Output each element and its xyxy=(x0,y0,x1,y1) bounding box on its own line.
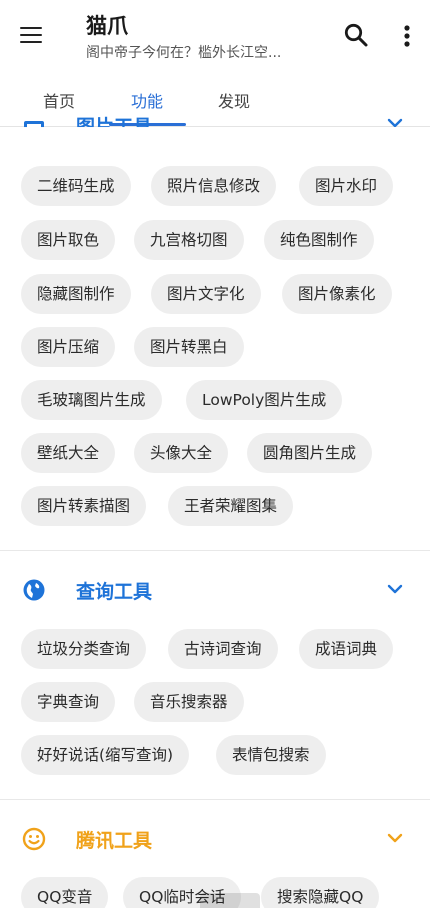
chip-garbage-sort[interactable]: 垃圾分类查询 xyxy=(21,629,147,669)
chip-honor-of-kings[interactable]: 王者荣耀图集 xyxy=(168,486,294,526)
chip-color-picker[interactable]: 图片取色 xyxy=(21,220,116,260)
chip-idiom-dictionary[interactable]: 成语词典 xyxy=(299,629,394,669)
chip-watermark[interactable]: 图片水印 xyxy=(299,166,394,206)
chip-grayscale[interactable]: 图片转黑白 xyxy=(134,327,244,367)
chip-poetry[interactable]: 古诗词查询 xyxy=(168,629,278,669)
hamburger-icon[interactable] xyxy=(18,22,44,48)
chip-wallpapers[interactable]: 壁纸大全 xyxy=(21,433,116,473)
globe-icon xyxy=(23,579,45,601)
chip-frosted-glass[interactable]: 毛玻璃图片生成 xyxy=(21,380,162,420)
chip-sticker-search[interactable]: 表情包搜索 xyxy=(216,735,326,775)
scroll-indicator[interactable] xyxy=(200,893,260,908)
section-header-image-tools[interactable]: 图片工具 xyxy=(0,110,430,128)
chip-rounded-image[interactable]: 圆角图片生成 xyxy=(247,433,373,473)
tab-home[interactable]: 首页 xyxy=(43,88,75,112)
chip-sketch[interactable]: 图片转素描图 xyxy=(21,486,147,526)
chip-grid-cut[interactable]: 九宫格切图 xyxy=(134,220,244,260)
tab-features[interactable]: 功能 xyxy=(131,88,163,112)
chip-hidden-image[interactable]: 隐藏图制作 xyxy=(21,274,131,314)
chip-pixelate[interactable]: 图片像素化 xyxy=(282,274,392,314)
chip-compress[interactable]: 图片压缩 xyxy=(21,327,116,367)
section-title-tencent-tools: 腾讯工具 xyxy=(76,830,153,852)
chip-qrcode[interactable]: 二维码生成 xyxy=(21,166,131,206)
more-vertical-icon[interactable] xyxy=(396,22,418,50)
section-header-query-tools[interactable]: 查询工具 xyxy=(0,570,430,610)
search-icon[interactable] xyxy=(342,21,370,49)
chip-photo-info[interactable]: 照片信息修改 xyxy=(151,166,277,206)
chip-solid-color[interactable]: 纯色图制作 xyxy=(264,220,374,260)
chip-lowpoly[interactable]: LowPoly图片生成 xyxy=(186,380,343,420)
chip-avatars[interactable]: 头像大全 xyxy=(134,433,229,473)
chip-music-search[interactable]: 音乐搜索器 xyxy=(134,682,244,722)
chip-hidden-qq-search[interactable]: 搜索隐藏QQ xyxy=(261,877,380,908)
chevron-down-icon[interactable] xyxy=(386,831,404,845)
app-bar: 猫爪 阁中帝子今何在？槛外长江空... xyxy=(0,0,430,74)
scroll-fade xyxy=(0,127,430,141)
chip-image-text[interactable]: 图片文字化 xyxy=(151,274,261,314)
section-divider xyxy=(0,799,430,800)
app-title: 猫爪 xyxy=(86,14,128,38)
app-subtitle: 阁中帝子今何在？槛外长江空... xyxy=(86,45,282,61)
section-title-query-tools: 查询工具 xyxy=(76,581,153,603)
chip-abbreviation[interactable]: 好好说话(缩写查询) xyxy=(21,735,190,775)
section-divider xyxy=(0,550,430,551)
tab-discover[interactable]: 发现 xyxy=(218,88,250,112)
section-header-tencent-tools[interactable]: 腾讯工具 xyxy=(0,819,430,859)
chip-dictionary[interactable]: 字典查询 xyxy=(21,682,116,722)
section-title-image-tools: 图片工具 xyxy=(76,116,153,128)
smiley-icon xyxy=(22,827,46,851)
chip-qq-voice-change[interactable]: QQ变音 xyxy=(21,877,109,908)
chevron-down-icon[interactable] xyxy=(386,582,404,596)
